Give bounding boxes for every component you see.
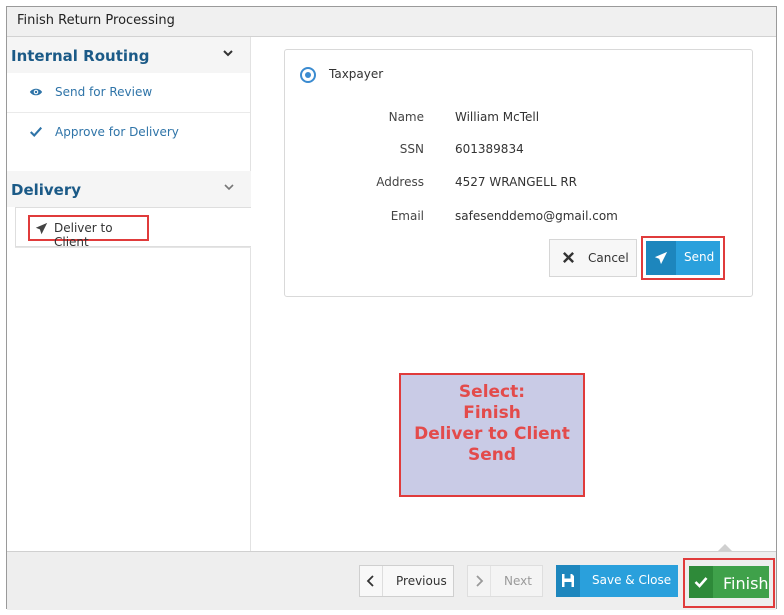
next-button[interactable]: Next xyxy=(467,565,543,597)
section-header-internal-routing[interactable]: Internal Routing xyxy=(7,37,250,73)
sidebar-item-label: Deliver to Client xyxy=(54,221,113,249)
floppy-disk-icon xyxy=(562,574,574,587)
field-value: 601389834 xyxy=(455,142,524,156)
instruction-callout: Select: Finish Deliver to Client Send xyxy=(399,373,585,497)
instruction-line: Finish xyxy=(463,403,521,423)
finish-button[interactable]: Finish xyxy=(689,566,769,598)
checkmark-icon xyxy=(30,126,43,138)
highlight-box: Deliver to Client xyxy=(28,215,149,249)
instruction-line: Send xyxy=(467,445,517,465)
field-label: Email xyxy=(390,209,424,223)
save-close-button-label: Save & Close xyxy=(592,573,672,587)
field-label: SSN xyxy=(399,142,424,156)
section-title: Delivery xyxy=(11,181,82,199)
save-close-button[interactable]: Save & Close xyxy=(556,565,678,597)
recipient-card: Taxpayer Name William McTell SSN 6013898… xyxy=(284,49,753,297)
sidebar-item-send-for-review[interactable]: Send for Review xyxy=(7,73,250,113)
instruction-line: Deliver to Client xyxy=(414,424,570,444)
finish-button-label: Finish xyxy=(723,574,769,593)
previous-button-label: Previous xyxy=(396,574,447,588)
paper-plane-icon xyxy=(654,251,668,265)
instruction-line: Select: xyxy=(458,382,526,402)
field-row-name: Name William McTell xyxy=(285,110,752,128)
sidebar-item-deliver-to-client[interactable]: Deliver to Client xyxy=(15,207,251,249)
window-title: Finish Return Processing xyxy=(7,7,776,37)
field-value: William McTell xyxy=(455,110,540,124)
cancel-button-label: Cancel xyxy=(588,251,629,265)
pointer-arrow xyxy=(717,544,733,552)
field-row-address: Address 4527 WRANGELL RR xyxy=(285,175,752,193)
sidebar-item-label: Approve for Delivery xyxy=(55,125,179,139)
field-value: safesenddemo@gmail.com xyxy=(455,209,618,223)
cancel-button[interactable]: Cancel xyxy=(549,239,637,277)
taxpayer-radio-label: Taxpayer xyxy=(329,67,384,81)
save-close-icon-segment xyxy=(556,565,580,597)
sidebar-item-label: Send for Review xyxy=(55,85,153,99)
field-value: 4527 WRANGELL RR xyxy=(455,175,577,189)
next-button-label: Next xyxy=(504,574,532,588)
finish-button-icon-segment xyxy=(689,566,713,598)
footer-bar: Previous Next Save & Close Finish xyxy=(7,544,776,610)
close-icon xyxy=(563,252,574,263)
taxpayer-radio[interactable] xyxy=(300,67,316,83)
dialog-window: Finish Return Processing Internal Routin… xyxy=(6,6,777,610)
field-label: Address xyxy=(376,175,424,189)
chevron-right-icon xyxy=(476,575,484,587)
sidebar: Internal Routing Send for Review Approve… xyxy=(7,37,251,551)
previous-button[interactable]: Previous xyxy=(359,565,454,597)
field-row-ssn: SSN 601389834 xyxy=(285,142,752,160)
field-label: Name xyxy=(388,110,424,124)
section-header-delivery[interactable]: Delivery xyxy=(7,171,251,207)
main-panel: Taxpayer Name William McTell SSN 6013898… xyxy=(251,37,776,551)
eye-icon xyxy=(29,88,43,96)
chevron-down-icon xyxy=(224,184,234,191)
send-button[interactable]: Send xyxy=(646,241,720,275)
divider xyxy=(15,247,251,248)
paper-plane-icon xyxy=(35,222,48,235)
highlight-box: Finish xyxy=(683,558,775,608)
sidebar-item-approve-for-delivery[interactable]: Approve for Delivery xyxy=(7,113,250,153)
highlight-box: Send xyxy=(641,236,725,280)
previous-button-icon-segment xyxy=(360,566,383,596)
send-button-label: Send xyxy=(684,250,715,264)
next-button-icon-segment xyxy=(468,566,491,596)
field-row-email: Email safesenddemo@gmail.com xyxy=(285,209,752,227)
chevron-down-icon xyxy=(223,50,233,57)
checkmark-icon xyxy=(694,577,708,588)
section-title: Internal Routing xyxy=(11,47,150,65)
chevron-left-icon xyxy=(366,575,374,587)
